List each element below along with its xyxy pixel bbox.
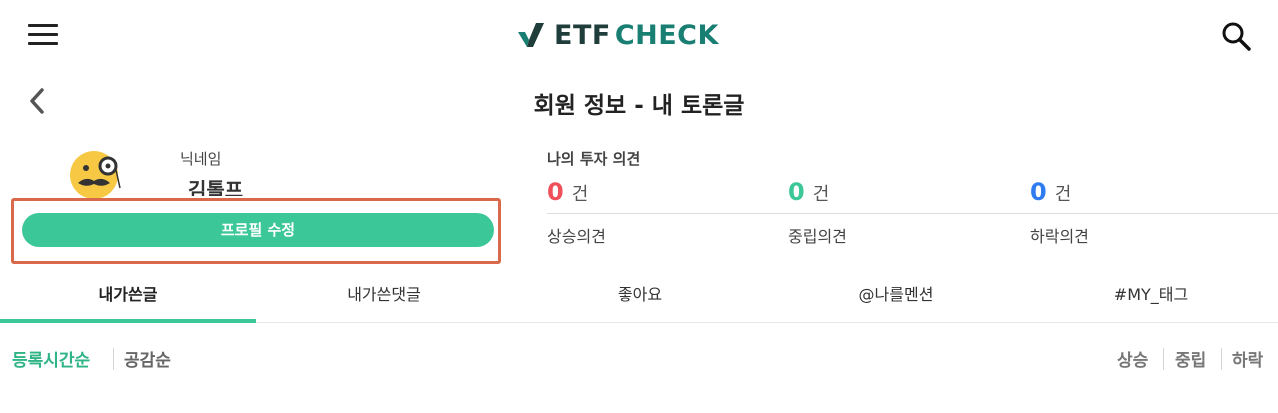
active-tab-indicator <box>0 319 256 323</box>
rise-opinion-label: 상승의견 <box>547 227 606 246</box>
rise-opinion-count: 0 건 <box>547 178 588 206</box>
fall-count-unit: 건 <box>1054 184 1072 205</box>
fall-opinion-label: 하락의견 <box>1030 227 1089 246</box>
search-icon[interactable] <box>1220 20 1252 52</box>
logo-check-text: CHECK <box>614 19 719 51</box>
filter-neutral[interactable]: 중립 <box>1175 346 1206 371</box>
filter-separator <box>1163 348 1164 370</box>
rise-count-unit: 건 <box>571 184 589 205</box>
tab-likes[interactable]: 좋아요 <box>512 276 768 320</box>
page-title: 회원 정보 - 내 토론글 <box>533 93 745 119</box>
hamburger-menu-icon[interactable] <box>28 24 58 46</box>
nickname-label: 닉네임 <box>180 150 222 168</box>
tab-my-tags[interactable]: #MY_태그 <box>1024 276 1278 320</box>
top-bar: ETF CHECK <box>0 0 1278 72</box>
rise-count-number: 0 <box>547 178 564 206</box>
sort-by-time[interactable]: 등록시간순 <box>12 346 90 371</box>
neutral-count-number: 0 <box>788 178 805 206</box>
sort-separator <box>113 348 114 370</box>
neutral-opinion-label: 중립의견 <box>788 227 847 246</box>
filter-separator <box>1221 348 1222 370</box>
sort-by-empathy[interactable]: 공감순 <box>124 346 171 371</box>
neutral-opinion-count: 0 건 <box>788 178 829 206</box>
my-opinions-title: 나의 투자 의견 <box>547 150 641 168</box>
monocle-mustache-face-icon <box>70 151 121 199</box>
content-tabs: 내가쓴글 내가쓴댓글 좋아요 @나를멘션 #MY_태그 <box>0 276 1278 324</box>
tab-mentions[interactable]: @나를멘션 <box>768 276 1024 320</box>
logo-etf-text: ETF <box>554 19 611 51</box>
check-logo-mark-icon <box>518 23 544 47</box>
filter-rise[interactable]: 상승 <box>1117 346 1148 371</box>
nickname-value: 김톨프 <box>188 178 244 196</box>
fall-count-number: 0 <box>1030 178 1047 206</box>
filter-fall[interactable]: 하락 <box>1232 346 1263 371</box>
tab-my-posts[interactable]: 내가쓴글 <box>0 276 256 320</box>
edit-profile-button[interactable]: 프로필 수정 <box>22 213 494 247</box>
fall-opinion-count: 0 건 <box>1030 178 1071 206</box>
opinion-divider <box>547 213 1278 214</box>
tab-my-comments[interactable]: 내가쓴댓글 <box>256 276 512 320</box>
neutral-count-unit: 건 <box>812 184 830 205</box>
etf-check-logo[interactable]: ETF CHECK <box>518 18 719 52</box>
